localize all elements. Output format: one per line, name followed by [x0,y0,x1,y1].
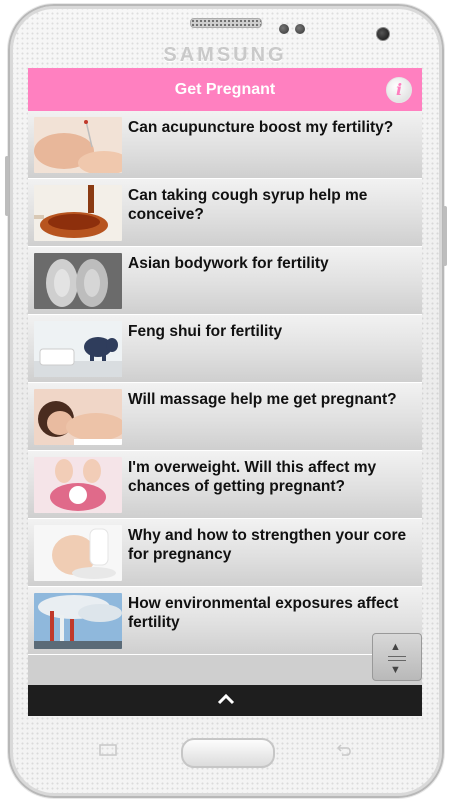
power-button [443,206,447,266]
article-title: Can acupuncture boost my fertility? [128,119,394,136]
list-item[interactable]: How environmental exposures affect ferti… [28,587,422,655]
screen: Get Pregnant i Can acupuncture boost my … [28,68,422,716]
bottom-bar [28,685,422,716]
list-item[interactable]: Why and how to strengthen your core for … [28,519,422,587]
app-title: Get Pregnant [174,81,276,98]
back-icon[interactable] [334,744,354,756]
article-title: Asian bodywork for fertility [128,255,329,272]
info-icon[interactable]: i [386,77,412,103]
article-title: How environmental exposures affect ferti… [128,595,399,631]
pregnant-belly-thumbnail [34,525,122,581]
nursery-thumbnail [34,321,122,377]
list-item[interactable]: Asian bodywork for fertility [28,247,422,315]
earpiece-speaker [190,18,262,28]
app-header: Get Pregnant i [28,68,422,111]
front-camera [376,27,390,41]
proximity-sensor [279,24,289,34]
smokestack-thumbnail [34,593,122,649]
list-item[interactable]: Can taking cough syrup help me conceive? [28,179,422,247]
article-title: Why and how to strengthen your core for … [128,527,407,563]
scale-thumbnail [34,457,122,513]
recent-apps-icon[interactable] [98,744,118,756]
volume-button [5,156,9,216]
acupuncture-thumbnail [34,117,122,173]
scroll-up-icon: ▲ [390,641,401,653]
brand-logo: SAMSUNG [163,44,287,66]
article-title: Feng shui for fertility [128,323,283,340]
baby-feet-thumbnail [34,253,122,309]
home-button[interactable] [181,738,275,768]
light-sensor [295,24,305,34]
list-item[interactable]: I'm overweight. Will this affect my chan… [28,451,422,519]
scroll-line [388,660,406,661]
scroll-widget[interactable]: ▲ ▼ [372,633,422,681]
massage-thumbnail [34,389,122,445]
scroll-down-icon: ▼ [390,664,401,676]
article-list: Can acupuncture boost my fertility? Can … [28,111,422,685]
chevron-up-icon[interactable] [216,692,236,706]
article-title: Can taking cough syrup help me conceive? [128,187,368,223]
cough-syrup-thumbnail [34,185,122,241]
list-item[interactable]: Will massage help me get pregnant? [28,383,422,451]
article-title: Will massage help me get pregnant? [128,391,397,408]
list-item[interactable]: Can acupuncture boost my fertility? [28,111,422,179]
list-item[interactable]: Feng shui for fertility [28,315,422,383]
article-title: I'm overweight. Will this affect my chan… [128,459,377,495]
scroll-line [388,656,406,657]
